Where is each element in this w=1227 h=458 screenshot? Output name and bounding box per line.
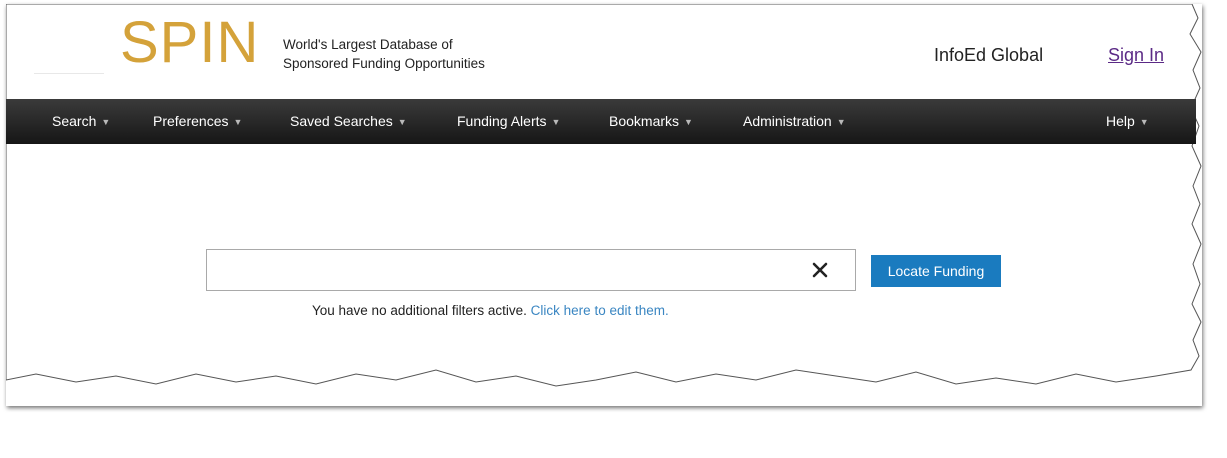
sign-in-link[interactable]: Sign In (1108, 45, 1164, 66)
search-box (206, 249, 856, 291)
nav-administration[interactable]: Administration ▼ (743, 99, 846, 144)
nav-funding-alerts[interactable]: Funding Alerts ▼ (457, 99, 560, 144)
nav-administration-label: Administration (743, 113, 832, 129)
tagline-line-1: World's Largest Database of (283, 37, 453, 52)
nav-saved-searches[interactable]: Saved Searches ▼ (290, 99, 407, 144)
caret-down-icon: ▼ (684, 117, 693, 127)
tagline-line-2: Sponsored Funding Opportunities (283, 56, 485, 71)
nav-help[interactable]: Help ▼ (1106, 99, 1149, 144)
caret-down-icon: ▼ (233, 117, 243, 127)
site-header: SPIN World's Largest Database of Sponsor… (6, 4, 1196, 100)
nav-preferences[interactable]: Preferences ▼ (153, 99, 242, 144)
filters-status-text: You have no additional filters active. (312, 303, 527, 318)
locate-funding-button[interactable]: Locate Funding (871, 255, 1001, 287)
main-nav: Search ▼ Preferences ▼ Saved Searches ▼ Fun… (6, 99, 1196, 144)
caret-down-icon: ▼ (397, 117, 407, 127)
nav-funding-alerts-label: Funding Alerts (457, 113, 547, 129)
close-icon-glyph (812, 262, 828, 278)
spin-logo[interactable]: SPIN (120, 14, 259, 72)
search-input[interactable] (207, 250, 797, 290)
nav-search-label: Search (52, 113, 97, 129)
filters-note: You have no additional filters active. C… (312, 303, 669, 318)
nav-search[interactable]: Search ▼ (52, 99, 110, 144)
edit-filters-link[interactable]: Click here to edit them. (531, 303, 669, 318)
tagline: World's Largest Database of Sponsored Fu… (283, 35, 485, 73)
nav-saved-searches-label: Saved Searches (290, 113, 393, 129)
organization-name: InfoEd Global (934, 45, 1044, 65)
caret-down-icon: ▼ (1139, 117, 1149, 127)
torn-paper-frame: SPIN World's Largest Database of Sponsor… (6, 4, 1202, 406)
caret-down-icon: ▼ (101, 117, 111, 127)
nav-help-label: Help (1106, 113, 1135, 129)
nav-bookmarks[interactable]: Bookmarks ▼ (609, 99, 693, 144)
caret-down-icon: ▼ (551, 117, 561, 127)
close-icon[interactable] (811, 261, 829, 279)
logo-divider (34, 73, 104, 74)
nav-preferences-label: Preferences (153, 113, 229, 129)
nav-bookmarks-label: Bookmarks (609, 113, 680, 129)
caret-down-icon: ▼ (836, 117, 846, 127)
